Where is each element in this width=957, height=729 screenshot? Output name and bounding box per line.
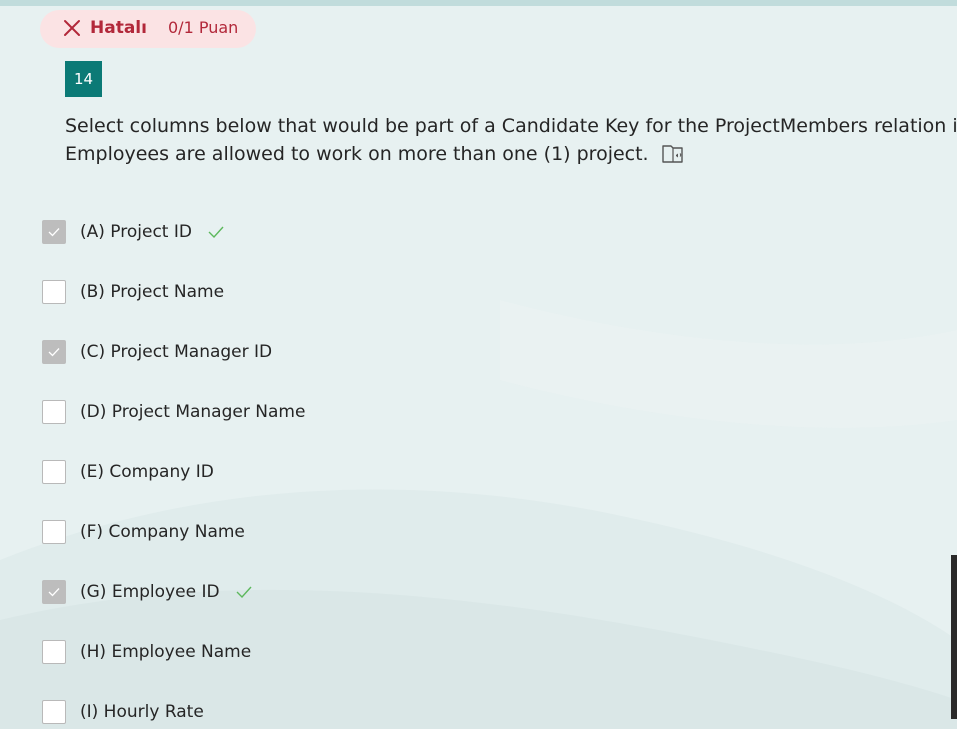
option-checkbox[interactable] (42, 220, 66, 244)
option-item[interactable]: (B) Project Name (42, 279, 224, 305)
option-item[interactable]: (C) Project Manager ID (42, 339, 272, 365)
option-label: (E) Company ID (80, 462, 214, 482)
scrollbar[interactable] (951, 555, 957, 719)
option-item[interactable]: (F) Company Name (42, 519, 245, 545)
option-checkbox[interactable] (42, 280, 66, 304)
option-item[interactable]: (D) Project Manager Name (42, 399, 305, 425)
option-item[interactable]: (G) Employee ID (42, 579, 252, 605)
options-list: (A) Project ID (B) Project Name (C) Projec… (0, 0, 957, 729)
option-item[interactable]: (H) Employee Name (42, 639, 251, 665)
checkmark-icon (48, 228, 60, 237)
option-checkbox[interactable] (42, 400, 66, 424)
option-label: (A) Project ID (80, 222, 192, 242)
option-label: (B) Project Name (80, 282, 225, 302)
score-label: 0/1 Puan (168, 18, 239, 37)
close-icon (64, 20, 80, 36)
option-checkbox[interactable] (42, 640, 66, 664)
option-label: (F) Company Name (80, 522, 245, 542)
checkmark-icon (48, 588, 60, 597)
correct-checkmark-icon (236, 586, 252, 598)
option-checkbox[interactable] (42, 700, 66, 724)
option-checkbox[interactable] (42, 580, 66, 604)
option-item[interactable]: (I) Hourly Rate (42, 699, 204, 725)
option-checkbox[interactable] (42, 460, 66, 484)
checkmark-icon (48, 348, 60, 357)
option-label: (C) Project Manager ID (80, 342, 273, 362)
option-label: (G) Employee ID (80, 582, 220, 602)
option-checkbox[interactable] (42, 340, 66, 364)
option-label: (D) Project Manager Name (80, 402, 306, 422)
result-status-label: Hatalı (90, 18, 147, 38)
option-label: (I) Hourly Rate (80, 702, 204, 722)
option-checkbox[interactable] (42, 520, 66, 544)
option-label: (H) Employee Name (80, 642, 252, 662)
correct-checkmark-icon (208, 226, 224, 238)
option-item[interactable]: (A) Project ID (42, 219, 224, 245)
option-item[interactable]: (E) Company ID (42, 459, 214, 485)
